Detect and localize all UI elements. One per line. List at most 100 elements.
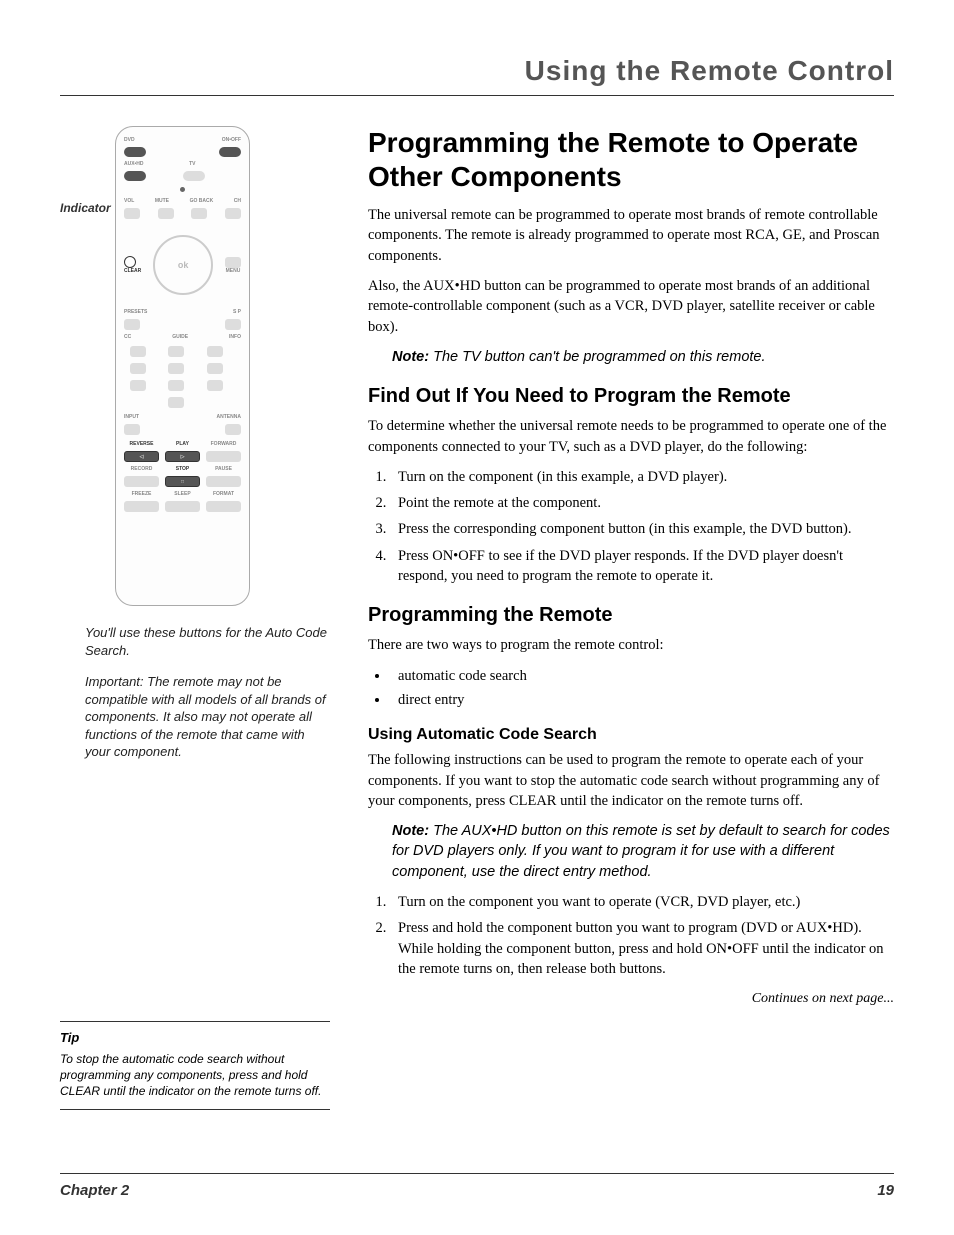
remote-num-5 — [168, 363, 184, 374]
remote-antenna-button — [225, 424, 241, 435]
tip-body: To stop the automatic code search withou… — [60, 1051, 330, 1100]
remote-label-freeze: FREEZE — [124, 491, 159, 497]
auto-step-1: Turn on the component you want to operat… — [390, 892, 894, 912]
remote-label-sp: S P — [233, 309, 241, 315]
note-label-2: Note: — [392, 823, 429, 839]
note-tv-button: Note: The TV button can't be programmed … — [392, 347, 894, 367]
findout-step-2: Point the remote at the component. — [390, 493, 894, 513]
remote-label-ch: CH — [234, 198, 241, 204]
note-label: Note: — [392, 349, 429, 365]
remote-num-0 — [168, 397, 184, 408]
note-auxhd: Note: The AUX•HD button on this remote i… — [392, 821, 894, 882]
remote-label-presets: PRESETS — [124, 309, 147, 315]
sidebar-caption-usage: You'll use these buttons for the Auto Co… — [85, 624, 330, 659]
findout-step-3: Press the corresponding component button… — [390, 519, 894, 539]
remote-label-forward: FORWARD — [206, 441, 241, 447]
chapter-header: Using the Remote Control — [60, 55, 894, 96]
footer-page-number: 19 — [877, 1182, 894, 1199]
remote-label-vol: VOL — [124, 198, 134, 204]
remote-input-button — [124, 424, 140, 435]
remote-label-guide: GUIDE — [172, 334, 188, 340]
remote-forward-button — [206, 451, 241, 462]
remote-num-6 — [207, 363, 223, 374]
remote-label-play: PLAY — [165, 441, 200, 447]
remote-vol-button — [124, 208, 140, 219]
remote-num-2 — [168, 346, 184, 357]
findout-intro: To determine whether the universal remot… — [368, 416, 894, 457]
remote-num-1 — [130, 346, 146, 357]
footer-chapter: Chapter 2 — [60, 1182, 129, 1199]
note-text-2: The AUX•HD button on this remote is set … — [392, 823, 890, 880]
remote-num-3 — [207, 346, 223, 357]
remote-label-onoff: ON•OFF — [222, 137, 241, 143]
heading-findout: Find Out If You Need to Program the Remo… — [368, 385, 894, 408]
remote-label-clear: CLEAR — [124, 268, 141, 274]
findout-steps: Turn on the component (in this example, … — [390, 467, 894, 586]
note-text: The TV button can't be programmed on thi… — [429, 349, 765, 365]
remote-menu-button — [225, 257, 241, 268]
remote-label-cc: CC — [124, 334, 131, 340]
remote-indicator-led — [180, 187, 185, 192]
remote-reverse-button: ◁ — [124, 451, 159, 462]
remote-label-info: INFO — [229, 334, 241, 340]
programming-methods-list: automatic code search direct entry — [390, 666, 894, 711]
remote-label-menu: MENU — [225, 268, 241, 274]
page-footer: Chapter 2 19 — [60, 1173, 894, 1199]
heading-auto-search: Using Automatic Code Search — [368, 726, 894, 744]
heading-programming: Programming the Remote — [368, 604, 894, 627]
method-auto: automatic code search — [390, 666, 894, 686]
remote-auxhd-button — [124, 171, 146, 181]
indicator-callout-label: Indicator — [60, 201, 111, 215]
remote-goback-button — [191, 208, 207, 219]
remote-presets-button — [124, 319, 140, 330]
remote-dvd-button — [124, 147, 146, 157]
remote-illustration: DVD ON•OFF AUX•HD TV VOL MUTE GO BACK CH C… — [115, 126, 250, 606]
remote-format-button — [206, 501, 241, 512]
main-content: Programming the Remote to Operate Other … — [368, 126, 894, 1110]
remote-num-8 — [168, 380, 184, 391]
method-direct: direct entry — [390, 690, 894, 710]
findout-step-1: Turn on the component (in this example, … — [390, 467, 894, 487]
continues-note: Continues on next page... — [368, 991, 894, 1007]
remote-num-9 — [207, 380, 223, 391]
remote-ch-button — [225, 208, 241, 219]
remote-label-format: FORMAT — [206, 491, 241, 497]
remote-label-antenna: ANTENNA — [217, 414, 241, 420]
intro-para-2: Also, the AUX•HD button can be programme… — [368, 276, 894, 337]
remote-play-button: ▷ — [165, 451, 200, 462]
remote-tv-button — [183, 171, 205, 181]
remote-clear-button — [124, 256, 136, 268]
remote-label-record: RECORD — [124, 466, 159, 472]
remote-label-tv: TV — [189, 161, 195, 167]
tip-box: Tip To stop the automatic code search wi… — [60, 1021, 330, 1111]
remote-mute-button — [158, 208, 174, 219]
remote-stop-button: □ — [165, 476, 200, 487]
remote-sleep-button — [165, 501, 200, 512]
remote-label-auxhd: AUX•HD — [124, 161, 144, 167]
sidebar-caption-important: Important: The remote may not be compati… — [85, 673, 330, 761]
remote-label-goback: GO BACK — [190, 198, 214, 204]
remote-label-mute: MUTE — [155, 198, 169, 204]
programming-intro: There are two ways to program the remote… — [368, 635, 894, 655]
auto-step-2: Press and hold the component button you … — [390, 918, 894, 979]
remote-pause-button — [206, 476, 241, 487]
remote-label-pause: PAUSE — [206, 466, 241, 472]
sidebar: Indicator DVD ON•OFF AUX•HD TV VOL MUTE GO… — [60, 126, 340, 1110]
remote-onoff-button — [219, 147, 241, 157]
auto-steps: Turn on the component you want to operat… — [390, 892, 894, 979]
remote-ok-dpad: ok — [153, 235, 213, 295]
remote-label-reverse: REVERSE — [124, 441, 159, 447]
remote-label-ok: ok — [178, 260, 189, 270]
intro-para-1: The universal remote can be programmed t… — [368, 205, 894, 266]
remote-num-4 — [130, 363, 146, 374]
auto-intro: The following instructions can be used t… — [368, 750, 894, 811]
remote-sp-button — [225, 319, 241, 330]
remote-record-button — [124, 476, 159, 487]
remote-freeze-button — [124, 501, 159, 512]
findout-step-4: Press ON•OFF to see if the DVD player re… — [390, 546, 894, 587]
remote-label-sleep: SLEEP — [165, 491, 200, 497]
remote-num-7 — [130, 380, 146, 391]
remote-label-stop: STOP — [165, 466, 200, 472]
remote-label-dvd: DVD — [124, 137, 135, 143]
page-title: Programming the Remote to Operate Other … — [368, 126, 894, 193]
